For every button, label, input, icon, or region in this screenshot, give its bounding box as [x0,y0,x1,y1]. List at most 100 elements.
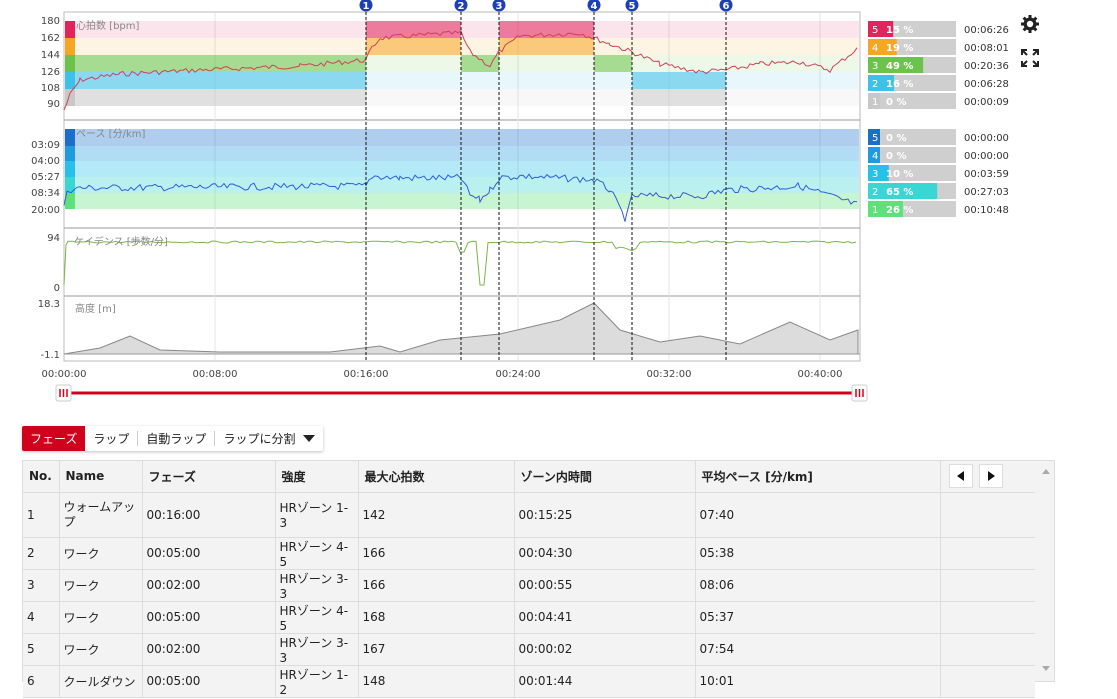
table-row[interactable]: 4 ワーク 00:05:00 HRゾーン 4-5 168 00:04:41 05… [23,601,1035,634]
cell-max-hr: 142 [358,492,515,538]
phase-marker[interactable]: 2 [454,0,468,12]
tab-lap[interactable]: ラップ [85,426,137,451]
hr-zone-marker [65,55,75,72]
cell-phase: 00:05:00 [142,665,276,698]
cell-max-hr: 148 [358,665,515,698]
pace-y-tick: 05:27 [31,172,60,183]
tab-phase[interactable]: フェーズ [22,426,86,451]
zone-number: 5 [872,25,878,36]
cell-name: ワーク [59,633,143,666]
cell-name: ウォームアップ [59,492,143,538]
cell-no: 3 [23,569,60,602]
zone-time: 00:08:01 [964,43,1009,54]
zone-number: 2 [872,187,878,198]
tab-auto-lap[interactable]: 自動ラップ [138,426,214,451]
zone-number: 4 [872,151,878,162]
pace-zone-band [65,129,859,146]
phase-marker[interactable]: 5 [625,0,639,12]
phase-marker[interactable]: 3 [492,0,506,12]
hr-y-tick: 162 [41,33,60,44]
cell-no: 4 [23,601,60,634]
prev-page-button[interactable] [948,464,973,489]
phase-marker[interactable]: 1 [359,0,373,12]
table-header-row: No. Name フェーズ 強度 最大心拍数 ゾーン内時間 平均ペース [分/k… [23,461,1035,493]
zone-percent: 19 % [886,43,913,54]
range-slider-left-handle[interactable] [55,384,72,402]
col-header-max-hr: 最大心拍数 [358,461,515,493]
cell-empty [940,633,1035,666]
cell-empty [940,537,1035,570]
zone-legend-row: 2 65 % 00:27:03 [868,183,1009,199]
cell-empty [940,601,1035,634]
col-header-time-in-zone: ゾーン内時間 [514,461,696,493]
phase-marker-label: 5 [629,1,636,12]
zone-time: 00:06:26 [964,25,1009,36]
hr-phase-highlight [594,55,632,72]
cell-max-hr: 166 [358,537,515,570]
scroll-up-icon[interactable] [1042,469,1050,474]
cell-avg-pace: 05:38 [695,537,941,570]
cell-avg-pace: 05:37 [695,601,941,634]
hr-zone-band [65,38,859,55]
cell-empty [940,569,1035,602]
cell-time-in-zone: 00:04:30 [514,537,696,570]
table-row[interactable]: 6 クールダウン 00:05:00 HRゾーン 1-2 148 00:01:44… [23,665,1035,698]
altitude-y-tick: -1.1 [40,350,60,361]
cell-intensity: HRゾーン 3-3 [275,569,359,602]
cell-no: 2 [23,537,60,570]
hr-phase-highlight [366,38,461,55]
zone-percent: 49 % [886,61,913,72]
hr-zone-marker [65,21,75,38]
zone-percent: 16 % [886,79,913,90]
workout-chart: 心拍数 [bpm] ペース [分/km] ケイデンス [歩数/分] 高度 [m]… [31,0,1009,402]
range-slider-right-handle[interactable] [851,384,868,402]
zone-percent: 0 % [886,133,906,144]
scroll-down-icon[interactable] [1042,666,1050,671]
cell-phase: 00:02:00 [142,633,276,666]
zone-percent: 15 % [886,25,913,36]
cell-avg-pace: 08:06 [695,569,941,602]
phase-marker-label: 4 [591,1,598,12]
zone-time: 00:27:03 [964,187,1009,198]
table-row[interactable]: 2 ワーク 00:05:00 HRゾーン 4-5 166 00:04:30 05… [23,537,1035,570]
phase-marker[interactable]: 6 [719,0,733,12]
x-tick: 00:16:00 [344,369,389,380]
triangle-right-icon [987,471,995,482]
x-tick: 00:24:00 [496,369,541,380]
fullscreen-icon[interactable] [1018,46,1042,70]
zone-time: 00:06:28 [964,79,1009,90]
zone-number: 1 [872,97,878,108]
zone-time: 00:00:00 [964,151,1009,162]
hr-phase-highlight [632,89,726,106]
zone-time: 00:00:00 [964,133,1009,144]
cadence-y-tick: 94 [47,233,60,244]
pace-y-tick: 04:00 [31,156,60,167]
cell-time-in-zone: 00:04:41 [514,601,696,634]
phase-marker-label: 6 [723,1,730,12]
pace-panel-label: ペース [分/km] [76,128,145,140]
next-page-button[interactable] [978,464,1003,489]
table-row[interactable]: 5 ワーク 00:02:00 HRゾーン 3-3 167 00:00:02 07… [23,633,1035,666]
table-nav [940,461,1035,493]
tab-split-lap[interactable]: ラップに分割 [215,426,323,451]
table-row[interactable]: 3 ワーク 00:02:00 HRゾーン 3-3 166 00:00:55 08… [23,569,1035,602]
x-tick: 00:40:00 [798,369,843,380]
pace-y-tick: 20:00 [31,205,60,216]
cell-time-in-zone: 00:01:44 [514,665,696,698]
settings-gear-icon[interactable] [1018,12,1042,36]
hr-zone-marker [65,72,75,89]
zone-legend-row: 1 0 % 00:00:09 [868,93,1009,109]
phase-marker[interactable]: 4 [587,0,601,12]
pace-zone-band [65,177,859,193]
table-row[interactable]: 1 ウォームアップ 00:16:00 HRゾーン 1-3 142 00:15:2… [23,492,1035,538]
cell-time-in-zone: 00:00:55 [514,569,696,602]
phase-marker-label: 1 [363,1,370,12]
zone-legend-row: 3 10 % 00:03:59 [868,165,1009,181]
cell-empty [940,492,1035,538]
cell-max-hr: 166 [358,569,515,602]
cell-avg-pace: 07:40 [695,492,941,538]
zone-percent: 10 % [886,169,913,180]
hr-y-tick: 180 [41,16,60,27]
zone-legend-row: 1 26 % 00:10:48 [868,201,1009,217]
col-header-phase: フェーズ [142,461,276,493]
